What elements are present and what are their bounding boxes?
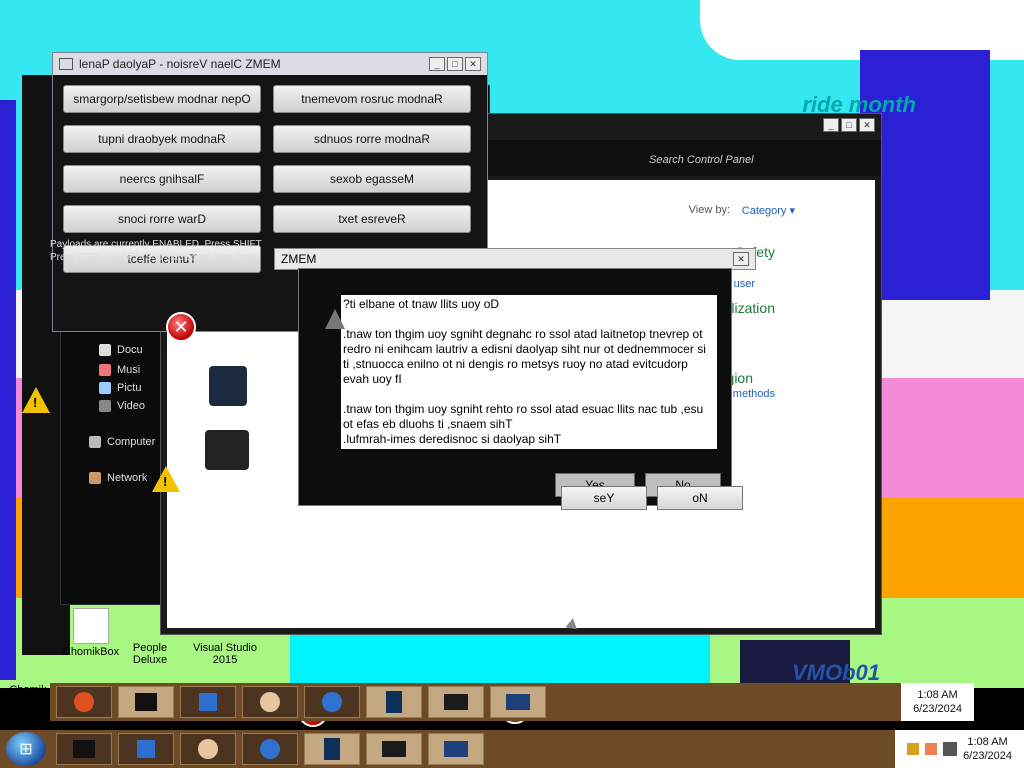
memz-titlebar[interactable]: lenaP daolyaP - noisreV naelC ZMEM _ □ ✕ [53,53,487,75]
taskbar-item[interactable] [366,733,422,765]
payload-reverse-text-button[interactable]: txet esreveR [273,205,471,233]
app-icon [135,693,157,711]
dialog-titlebar[interactable]: ZMEM ✕ [274,248,756,270]
payload-open-websites-button[interactable]: smargorp/setisbew modnar nepO [63,85,261,113]
app-icon [506,694,530,710]
browser-icon [260,739,280,759]
sidebar-item-computer[interactable]: Computer [89,436,155,448]
taskbar-item [304,686,360,718]
ghost-taskbar: 1:08 AM 6/23/2024 [50,683,974,721]
taskbar-item[interactable] [242,733,298,765]
taskbar-item [180,686,236,718]
media-icon [199,693,217,711]
payload-error-sounds-button[interactable]: sdnuos rorre modnaR [273,125,471,153]
ghost-clock: 1:08 AM 6/23/2024 [913,689,962,715]
yes-button[interactable]: seY [561,486,647,510]
warning-icon [325,309,345,329]
start-button[interactable]: ⊞ [6,732,46,766]
app-icon [382,741,406,757]
desktop-icon-people-deluxe[interactable]: People Deluxe [120,640,180,666]
programs-icon [205,430,249,470]
browser-icon [322,692,342,712]
sidebar-item-documents[interactable]: Docu [99,344,143,356]
taskbar-item[interactable] [118,733,174,765]
app-icon [444,694,468,710]
payload-keyboard-input-button[interactable]: tupni draobyek modnaR [63,125,261,153]
memz-warning-dialog: ?ti elbane ot tnaw llits uoy oD .tnaw to… [298,268,743,510]
app-icon [260,692,280,712]
search-input[interactable]: Search Control Panel [641,150,871,172]
warning-icon: ! [152,466,180,492]
no-button[interactable]: oN [657,486,743,510]
computer-icon [89,436,101,448]
app-icon [198,739,218,759]
app-icon [73,740,95,758]
taskbar-item [366,686,422,718]
windows-logo-icon: ⊞ [19,741,33,758]
app-icon [386,691,402,713]
taskbar-item [428,686,484,718]
taskbar-item[interactable] [304,733,360,765]
taskbar: ⊞ 1:08 AM 6/23/2024 [0,730,1024,768]
hardware-icon [209,366,247,406]
taskbar-item [242,686,298,718]
close-button[interactable]: ✕ [465,57,481,71]
dialog-message: ?ti elbane ot tnaw llits uoy oD .tnaw to… [341,295,717,449]
network-icon [89,472,101,484]
close-button[interactable]: ✕ [859,118,875,132]
desktop-icon-chomikbox[interactable]: ChomikBox [56,608,126,658]
volume-icon[interactable] [943,742,958,756]
payload-cursor-movement-button[interactable]: tnemevom rosruc modnaR [273,85,471,113]
picture-icon [99,382,111,394]
taskbar-item [118,686,174,718]
link-personalization[interactable]: lization [731,300,775,316]
sidebar-item-pictures[interactable]: Pictu [99,382,141,394]
tray-icon[interactable] [907,743,920,755]
minimize-button[interactable]: _ [823,118,839,132]
minimize-button[interactable]: _ [429,57,445,71]
app-icon [324,738,340,760]
clock-time: 1:08 AM [967,736,1008,748]
warning-icon: ! [22,387,50,413]
chomikbox-icon [73,608,109,644]
taskbar-item[interactable] [56,733,112,765]
clock-date: 6/23/2024 [963,750,1012,762]
maximize-button[interactable]: □ [841,118,857,132]
sidebar-item-network[interactable]: Network [89,472,147,484]
sidebar-item-music[interactable]: Musi [99,364,140,376]
desktop-icon-visual-studio[interactable]: Visual Studio 2015 [190,640,260,666]
app-icon [74,692,94,712]
view-by-category-dropdown[interactable]: Category ▾ [742,204,795,217]
document-icon [99,344,111,356]
payload-flashing-screen-button[interactable]: neercs gnihsalF [63,165,261,193]
app-icon [444,741,468,757]
taskbar-item [490,686,546,718]
close-button[interactable]: ✕ [733,252,749,266]
media-icon [137,740,155,758]
maximize-button[interactable]: □ [447,57,463,71]
taskbar-item [56,686,112,718]
desktop-icon-chomik[interactable]: Chomik [6,682,50,696]
system-tray: 1:08 AM 6/23/2024 [895,730,1024,768]
taskbar-item[interactable] [180,733,236,765]
error-icon: ✕ [166,312,196,342]
payload-error-icons-button[interactable]: snoci rorre warD [63,205,261,233]
clock[interactable]: 1:08 AM 6/23/2024 [963,735,1012,763]
music-icon [99,364,111,376]
taskbar-item[interactable] [428,733,484,765]
sidebar-item-videos[interactable]: Video [99,400,145,412]
ghost-system-tray: 1:08 AM 6/23/2024 [901,683,974,721]
memz-title: lenaP daolyaP - noisreV naelC ZMEM [79,57,281,71]
view-by-label: View by: [688,204,730,216]
flag-icon[interactable] [925,743,938,755]
payload-message-boxes-button[interactable]: sexob egasseM [273,165,471,193]
app-icon [59,58,73,70]
video-icon [99,400,111,412]
